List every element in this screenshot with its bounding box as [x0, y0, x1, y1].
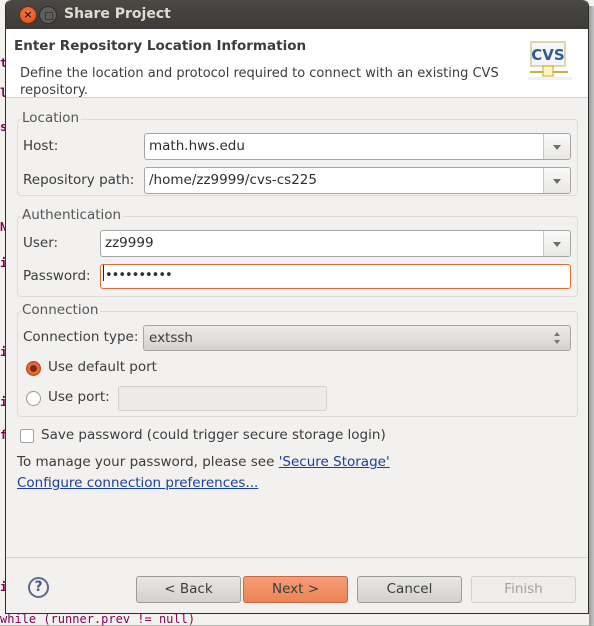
maximize-icon[interactable] [39, 6, 57, 24]
connection-group-label: Connection [22, 302, 101, 318]
share-project-dialog: × Share Project Enter Repository Locatio… [5, 0, 589, 614]
cancel-button[interactable]: Cancel [357, 576, 462, 603]
use-default-port-radio[interactable] [26, 361, 41, 376]
port-input[interactable] [118, 386, 327, 411]
save-password-label[interactable]: Save password (could trigger secure stor… [41, 427, 386, 443]
cvs-icon-text: CVS [531, 46, 564, 64]
repository-path-value: /home/zz9999/cvs-cs225 [149, 172, 317, 188]
password-label: Password: [23, 268, 91, 284]
title-bar: × Share Project [6, 0, 588, 29]
repository-path-combo[interactable]: /home/zz9999/cvs-cs225 [144, 167, 571, 194]
text-caret [103, 265, 104, 281]
host-value: math.hws.edu [149, 138, 245, 154]
save-password-checkbox[interactable] [20, 429, 34, 443]
connection-type-select[interactable]: extssh [143, 325, 571, 351]
secure-storage-link[interactable]: 'Secure Storage' [279, 454, 390, 470]
user-combo[interactable]: zz9999 [100, 230, 571, 257]
window-shadow [589, 6, 594, 625]
close-icon[interactable]: × [19, 6, 37, 24]
location-group-label: Location [22, 110, 82, 126]
password-value: •••••••••• [105, 268, 173, 283]
connection-type-label: Connection type: [23, 329, 139, 345]
chevron-down-icon[interactable] [543, 134, 570, 159]
help-icon[interactable]: ? [28, 577, 49, 598]
finish-button: Finish [471, 576, 576, 603]
authentication-group-label: Authentication [22, 207, 124, 223]
updown-arrows-icon [554, 332, 562, 346]
use-default-port-label[interactable]: Use default port [48, 359, 157, 375]
footer-divider [6, 557, 588, 558]
connection-type-value: extssh [149, 330, 193, 346]
next-button[interactable]: Next > [243, 576, 348, 603]
page-description: Define the location and protocol require… [20, 66, 499, 98]
user-value: zz9999 [105, 235, 154, 251]
chevron-down-icon[interactable] [543, 168, 570, 193]
repository-path-label: Repository path: [23, 172, 135, 188]
configure-connection-preferences-link[interactable]: Configure connection preferences... [17, 475, 258, 491]
manage-password-label: To manage your password, please see [17, 454, 279, 470]
password-field[interactable]: •••••••••• [100, 264, 571, 289]
window-title: Share Project [64, 6, 171, 22]
bg-code-line: while (runner.prev != null) [0, 612, 196, 626]
host-label: Host: [23, 138, 59, 154]
back-button[interactable]: < Back [136, 576, 241, 603]
host-combo[interactable]: math.hws.edu [144, 133, 571, 160]
use-port-radio[interactable] [26, 391, 41, 406]
use-port-label[interactable]: Use port: [48, 389, 110, 405]
cvs-repository-icon: CVS [528, 41, 572, 80]
manage-password-text: To manage your password, please see 'Sec… [17, 454, 390, 470]
user-label: User: [23, 235, 59, 251]
page-title: Enter Repository Location Information [14, 38, 307, 54]
wizard-header: Enter Repository Location Information De… [6, 29, 588, 98]
chevron-down-icon[interactable] [543, 231, 570, 256]
